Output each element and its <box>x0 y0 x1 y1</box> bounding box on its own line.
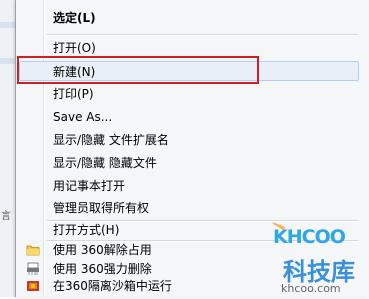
menu-item-label: 显示/隐藏 文件扩展名 <box>53 133 169 147</box>
background-text: 言 <box>1 211 11 222</box>
menu-separator <box>47 34 359 36</box>
menu-item-label: 选定(L) <box>53 11 96 25</box>
highlight-annotation-box <box>17 56 259 84</box>
menu-item-label: Save As... <box>53 110 113 124</box>
watermark: KHCOO 科技库 khcoo.com <box>269 220 369 297</box>
watermark-logo: KHCOO <box>273 226 346 248</box>
menu-item-take-ownership[interactable]: 管理员取得所有权 <box>19 198 359 218</box>
menu-item-label: 用记事本打开 <box>53 179 126 193</box>
shredder-icon <box>26 262 40 276</box>
menu-item-open-with-notepad[interactable]: 用记事本打开 <box>19 176 359 196</box>
menu-item-label: 打开(O) <box>53 41 96 55</box>
menu-item-select[interactable]: 选定(L) <box>19 8 359 28</box>
menu-item-toggle-hidden-files[interactable]: 显示/隐藏 隐藏文件 <box>19 153 359 173</box>
menu-item-label: 打印(P) <box>53 87 94 101</box>
menu-item-open[interactable]: 打开(O) <box>19 38 359 58</box>
menu-item-label: 使用 360解除占用 <box>53 243 152 257</box>
menu-item-label: 管理员取得所有权 <box>53 201 150 215</box>
menu-item-save-as[interactable]: Save As... <box>19 107 359 127</box>
menu-item-print[interactable]: 打印(P) <box>19 84 359 104</box>
menu-item-label: 在360隔离沙箱中运行 <box>53 279 172 293</box>
watermark-url: khcoo.com <box>281 282 341 295</box>
menu-item-label: 显示/隐藏 隐藏文件 <box>53 156 157 170</box>
menu-item-label: 打开方式(H) <box>53 223 120 237</box>
menu-item-toggle-extensions[interactable]: 显示/隐藏 文件扩展名 <box>19 130 359 150</box>
sandbox-icon <box>26 279 40 293</box>
folder-icon <box>26 243 40 257</box>
